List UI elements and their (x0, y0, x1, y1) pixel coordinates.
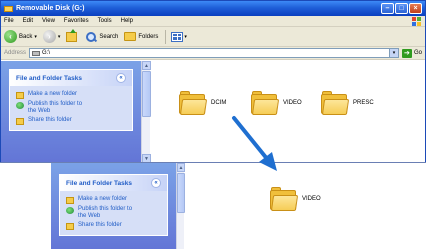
task-share-folder[interactable]: Share this folder (66, 222, 161, 230)
go-button[interactable]: ➔ Go (401, 48, 422, 58)
task-make-folder[interactable]: Make a new folder (16, 91, 126, 99)
task-label[interactable]: Share this folder (28, 117, 72, 124)
task-pane-scrollbar[interactable]: ▲ (176, 163, 185, 249)
menu-view[interactable]: View (42, 18, 55, 24)
folder-name[interactable]: VIDEO (302, 196, 321, 202)
search-icon[interactable] (85, 31, 97, 43)
folder-item[interactable]: DCIM (179, 91, 226, 115)
task-label[interactable]: Publish this folder to the Web (78, 206, 140, 220)
task-make-folder[interactable]: Make a new folder (66, 196, 161, 204)
address-bar: Address G:\ ▾ ➔ Go (1, 47, 425, 60)
views-icon[interactable] (171, 31, 184, 42)
panel-body: Make a new folder Publish this folder to… (10, 86, 132, 130)
toolbar-separator (165, 29, 167, 44)
globe-icon (66, 207, 74, 214)
forward-dropdown-icon[interactable]: ▾ (58, 34, 61, 40)
menu-favorites[interactable]: Favorites (64, 18, 89, 24)
close-button[interactable]: × (409, 3, 422, 14)
task-publish-web[interactable]: Publish this folder to the Web (66, 206, 161, 220)
back-label[interactable]: Back (19, 34, 32, 40)
panel-title: File and Folder Tasks (66, 179, 132, 187)
explorer-window: Removable Disk (G:) – □ × File Edit View… (0, 0, 426, 163)
new-folder-icon (66, 197, 74, 204)
window-title: Removable Disk (G:) (16, 5, 85, 12)
task-pane-scrollbar[interactable]: ▲ ▼ (141, 61, 151, 162)
task-label[interactable]: Publish this folder to the Web (28, 101, 90, 115)
go-label[interactable]: Go (414, 50, 422, 56)
task-pane: File and Folder Tasks « Make a new folde… (1, 61, 141, 162)
drive-icon (32, 50, 41, 56)
folder-name[interactable]: DCIM (211, 100, 226, 106)
menu-bar: File Edit View Favorites Tools Help (1, 16, 425, 27)
address-label: Address (4, 50, 27, 56)
scroll-up-icon[interactable]: ▲ (177, 163, 185, 172)
scroll-thumb[interactable] (177, 173, 185, 213)
windows-logo-icon (412, 17, 421, 26)
search-button-label[interactable]: Search (99, 34, 118, 40)
new-folder-icon (16, 92, 24, 99)
address-field[interactable]: G:\ ▾ (29, 48, 399, 58)
share-folder-icon (66, 223, 74, 230)
scroll-up-icon[interactable]: ▲ (142, 61, 151, 70)
share-folder-icon (16, 118, 24, 125)
explorer-window-result: File and Folder Tasks « Make a new folde… (0, 162, 426, 249)
folder-icon (251, 91, 280, 115)
collapse-chevron-icon[interactable]: « (151, 178, 161, 188)
task-pane: File and Folder Tasks « Make a new folde… (51, 163, 176, 249)
folder-icon (179, 91, 208, 115)
folders-icon[interactable] (124, 32, 137, 41)
task-label[interactable]: Make a new folder (78, 196, 127, 203)
menu-edit[interactable]: Edit (23, 18, 33, 24)
file-folder-tasks-panel: File and Folder Tasks « Make a new folde… (59, 174, 168, 236)
menu-tools[interactable]: Tools (98, 18, 112, 24)
title-bar[interactable]: Removable Disk (G:) – □ × (1, 1, 425, 16)
folder-name[interactable]: PRESC (353, 100, 374, 106)
toolbar: ‹ Back ▾ › ▾ Search Folders ▾ (1, 27, 425, 47)
back-arrow-icon[interactable]: ‹ (4, 30, 17, 43)
scroll-thumb[interactable] (142, 71, 151, 117)
panel-body: Make a new folder Publish this folder to… (60, 191, 167, 235)
file-folder-tasks-panel: File and Folder Tasks « Make a new folde… (9, 69, 133, 131)
forward-arrow-icon[interactable]: › (42, 30, 56, 43)
folder-name[interactable]: VIDEO (283, 100, 302, 106)
address-dropdown-icon[interactable]: ▾ (388, 49, 398, 57)
panel-title: File and Folder Tasks (16, 74, 82, 82)
views-dropdown-icon[interactable]: ▾ (184, 34, 187, 40)
task-label[interactable]: Make a new folder (28, 91, 77, 98)
address-value[interactable]: G:\ (42, 50, 50, 56)
folder-icon (270, 187, 299, 211)
task-label[interactable]: Share this folder (78, 222, 122, 229)
folder-item[interactable]: VIDEO (270, 187, 321, 211)
back-dropdown-icon[interactable]: ▾ (34, 34, 37, 40)
go-arrow-icon[interactable]: ➔ (401, 48, 412, 58)
folder-icon (321, 91, 350, 115)
panel-header[interactable]: File and Folder Tasks « (10, 70, 132, 86)
menu-file[interactable]: File (4, 18, 14, 24)
folders-button-label[interactable]: Folders (138, 34, 158, 40)
collapse-chevron-icon[interactable]: « (116, 73, 126, 83)
panel-header[interactable]: File and Folder Tasks « (60, 175, 167, 191)
folder-item[interactable]: PRESC (321, 91, 374, 115)
minimize-button[interactable]: – (381, 3, 394, 14)
menu-help[interactable]: Help (121, 18, 133, 24)
explorer-content: File and Folder Tasks « Make a new folde… (1, 61, 425, 162)
maximize-button[interactable]: □ (395, 3, 408, 14)
up-folder-icon[interactable] (66, 28, 78, 42)
task-share-folder[interactable]: Share this folder (16, 117, 126, 125)
globe-icon (16, 102, 24, 109)
task-publish-web[interactable]: Publish this folder to the Web (16, 101, 126, 115)
folder-item[interactable]: VIDEO (251, 91, 302, 115)
drive-title-icon (4, 5, 13, 12)
